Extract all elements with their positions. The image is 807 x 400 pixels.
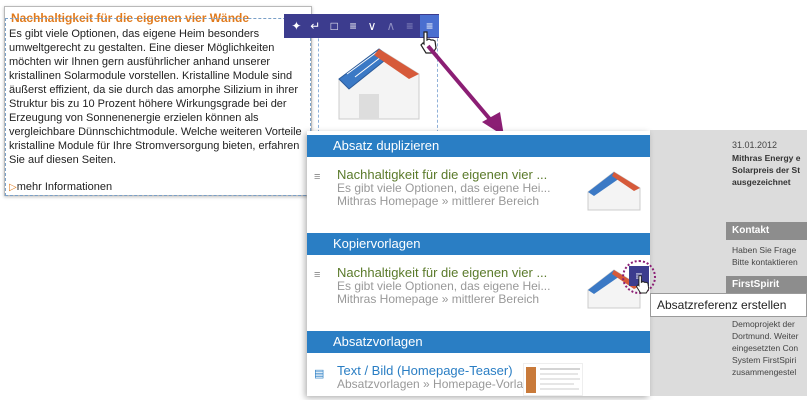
entry-title: Nachhaltigkeit für die eigenen vier ... — [337, 265, 548, 280]
body-line: umweltgerecht zu gestalten. Eine dieser … — [9, 42, 275, 54]
kontakt-text: Haben Sie Frage Bitte kontaktieren — [732, 244, 807, 268]
body-line: möchten wir Ihnen gern ausführlicher anh… — [9, 56, 271, 68]
template-thumbnail — [523, 363, 583, 396]
body-line: Erzeugung von Sonnenenergie erzielen kön… — [9, 112, 259, 124]
callout-arrow — [426, 44, 504, 136]
paragraph-toolbar: ✦ ↵ □ ≡ ∨ ∧ ≡ ≡ — [284, 14, 439, 38]
paragraph-icon: ≡ — [314, 269, 321, 281]
firstspirit-header: FirstSpirit — [726, 276, 807, 294]
copy-template-entry[interactable]: ≡ Nachhaltigkeit für die eigenen vier ..… — [307, 259, 650, 319]
paragraph-editor[interactable]: Nachhaltigkeit für die eigenen vier Wänd… — [4, 6, 312, 196]
document-icon: ▤ — [314, 368, 325, 380]
body-line: kristalline Module für Ihre Stromversorg… — [9, 140, 300, 152]
fs-line: zusammengestel — [732, 367, 797, 377]
entry-path: Mithras Homepage » mittlerer Bereich — [337, 194, 540, 208]
entry-title: Nachhaltigkeit für die eigenen vier ... — [337, 167, 548, 182]
paragraph-title: Nachhaltigkeit für die eigenen vier Wänd… — [11, 11, 250, 25]
tooltip: Absatzreferenz erstellen — [650, 293, 807, 317]
paragraph-icon: ≡ — [314, 171, 321, 183]
news-line: Mithras Energy e — [732, 153, 801, 163]
body-line: äußerst effizient, da sie durch das amor… — [9, 84, 298, 96]
section-header-paragraph-templates: Absatzvorlagen — [307, 331, 650, 353]
body-line: Es gibt viele Optionen, das eigene Heim … — [9, 28, 260, 40]
firstspirit-text: Demoprojekt der Dortmund. Weiter eingese… — [732, 318, 807, 378]
more-info-label: mehr Informationen — [16, 181, 113, 193]
share-icon[interactable]: ↵ — [307, 16, 324, 36]
more-info-link[interactable]: ▷mehr Informationen — [9, 181, 112, 193]
hand-cursor-icon — [635, 275, 650, 294]
paragraph-menu-icon[interactable]: ≡ — [345, 16, 362, 36]
paragraph-list-icon[interactable]: ≡ — [401, 16, 418, 36]
paragraph-template-entry[interactable]: ▤ Text / Bild (Homepage-Teaser) Absatzvo… — [307, 357, 650, 396]
delete-icon[interactable]: □ — [326, 16, 343, 36]
background-website: 31.01.2012 Mithras Energy e Solarpreis d… — [650, 130, 807, 396]
entry-path: Mithras Homepage » mittlerer Bereich — [337, 292, 540, 306]
body-line: Struktur bis zu 10 Prozent höhere Wirkun… — [9, 98, 287, 110]
paragraph-dropdown: Absatz duplizieren ≡ Nachhaltigkeit für … — [307, 131, 650, 396]
paragraph-body: Es gibt viele Optionen, das eigene Heim … — [9, 27, 309, 167]
kontakt-line: Bitte kontaktieren — [732, 257, 798, 267]
section-header-copy-templates: Kopiervorlagen — [307, 233, 650, 255]
body-line: Sie auf diesen Seiten. — [9, 154, 117, 166]
body-line: kristallinen Solarmodule vorstellen. Kri… — [9, 70, 293, 82]
news-line: Solarpreis der St — [732, 165, 801, 175]
template-preview — [526, 367, 580, 393]
entry-text: Es gibt viele Optionen, das eigene Hei..… — [337, 181, 551, 195]
fs-line: Dortmund. Weiter — [732, 331, 799, 341]
news-teaser: Mithras Energy e Solarpreis der St ausge… — [732, 152, 807, 188]
fs-line: eingesetzten Con — [732, 343, 799, 353]
fs-line: System FirstSpiri — [732, 355, 797, 365]
duplicate-entry[interactable]: ≡ Nachhaltigkeit für die eigenen vier ..… — [307, 161, 650, 221]
chevron-down-icon[interactable]: ∨ — [364, 16, 381, 36]
entry-text: Es gibt viele Optionen, das eigene Hei..… — [337, 279, 551, 293]
entry-thumbnail — [580, 164, 646, 212]
section-header-duplicate: Absatz duplizieren — [307, 135, 650, 157]
kontakt-line: Haben Sie Frage — [732, 245, 797, 255]
news-date: 31.01.2012 — [732, 140, 778, 150]
fs-line: Demoprojekt der — [732, 319, 795, 329]
solar-house-thumb — [587, 171, 641, 211]
up-icon[interactable]: ∧ — [382, 16, 399, 36]
triangle-right-icon: ▷ — [9, 182, 17, 193]
news-line: ausgezeichnet — [732, 177, 791, 187]
kontakt-header: Kontakt — [726, 222, 807, 240]
move-icon[interactable]: ✦ — [288, 16, 305, 36]
body-line: vergleichbare Dünnschichtmodule. Welche … — [9, 126, 302, 138]
